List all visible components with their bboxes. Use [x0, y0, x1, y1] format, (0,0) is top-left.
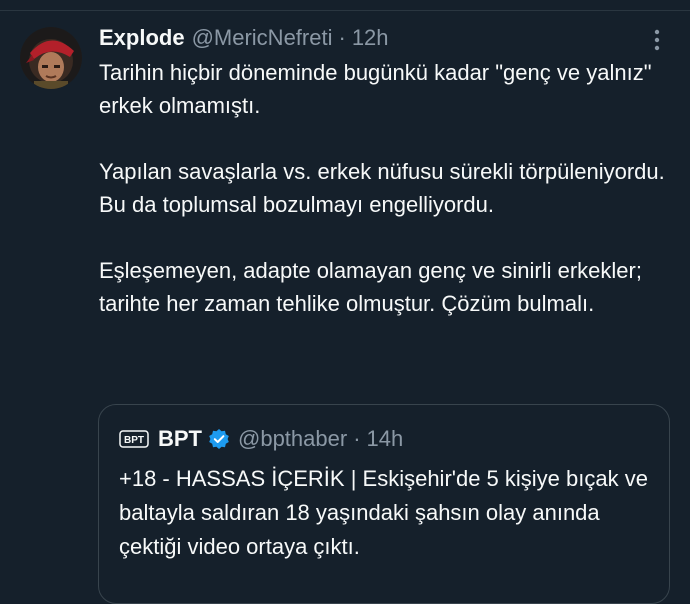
- quoted-timestamp[interactable]: 14h: [367, 426, 404, 452]
- divider: [0, 10, 690, 11]
- tweet-paragraph: Tarihin hiçbir döneminde bugünkü kadar "…: [99, 60, 652, 118]
- quoted-display-name[interactable]: BPT: [158, 426, 202, 452]
- tweet-paragraph: Yapılan savaşlarla vs. erkek nüfusu süre…: [99, 159, 665, 217]
- verified-badge-icon: [208, 428, 230, 450]
- quoted-handle[interactable]: @bpthaber: [238, 426, 347, 452]
- tweet-header: Explode @MericNefreti · 12h: [99, 22, 389, 54]
- timestamp[interactable]: 12h: [352, 25, 389, 51]
- logo-text: BPT: [124, 435, 144, 446]
- separator-dot: ·: [353, 426, 361, 451]
- more-options-button[interactable]: [644, 27, 670, 53]
- tweet[interactable]: Explode @MericNefreti · 12h Tarihin hiçb…: [0, 0, 690, 604]
- tweet-paragraph: Eşleşemeyen, adapte olamayan genç ve sin…: [99, 258, 642, 316]
- more-vertical-icon: [654, 29, 660, 51]
- quoted-tweet[interactable]: BPT BPT @bpthaber · 14h +18 - HASSAS İÇE…: [98, 404, 670, 604]
- quoted-tweet-header: BPT BPT @bpthaber · 14h: [119, 423, 403, 455]
- quoted-tweet-text: +18 - HASSAS İÇERİK | Eskişehir'de 5 kiş…: [119, 466, 648, 559]
- user-avatar-icon: [20, 27, 82, 89]
- separator-dot: ·: [338, 25, 346, 50]
- display-name[interactable]: Explode: [99, 25, 185, 51]
- avatar[interactable]: [20, 27, 82, 89]
- bpt-logo-icon: BPT: [119, 428, 149, 450]
- user-handle[interactable]: @MericNefreti: [192, 25, 333, 51]
- tweet-text: Tarihin hiçbir döneminde bugünkü kadar "…: [99, 56, 669, 353]
